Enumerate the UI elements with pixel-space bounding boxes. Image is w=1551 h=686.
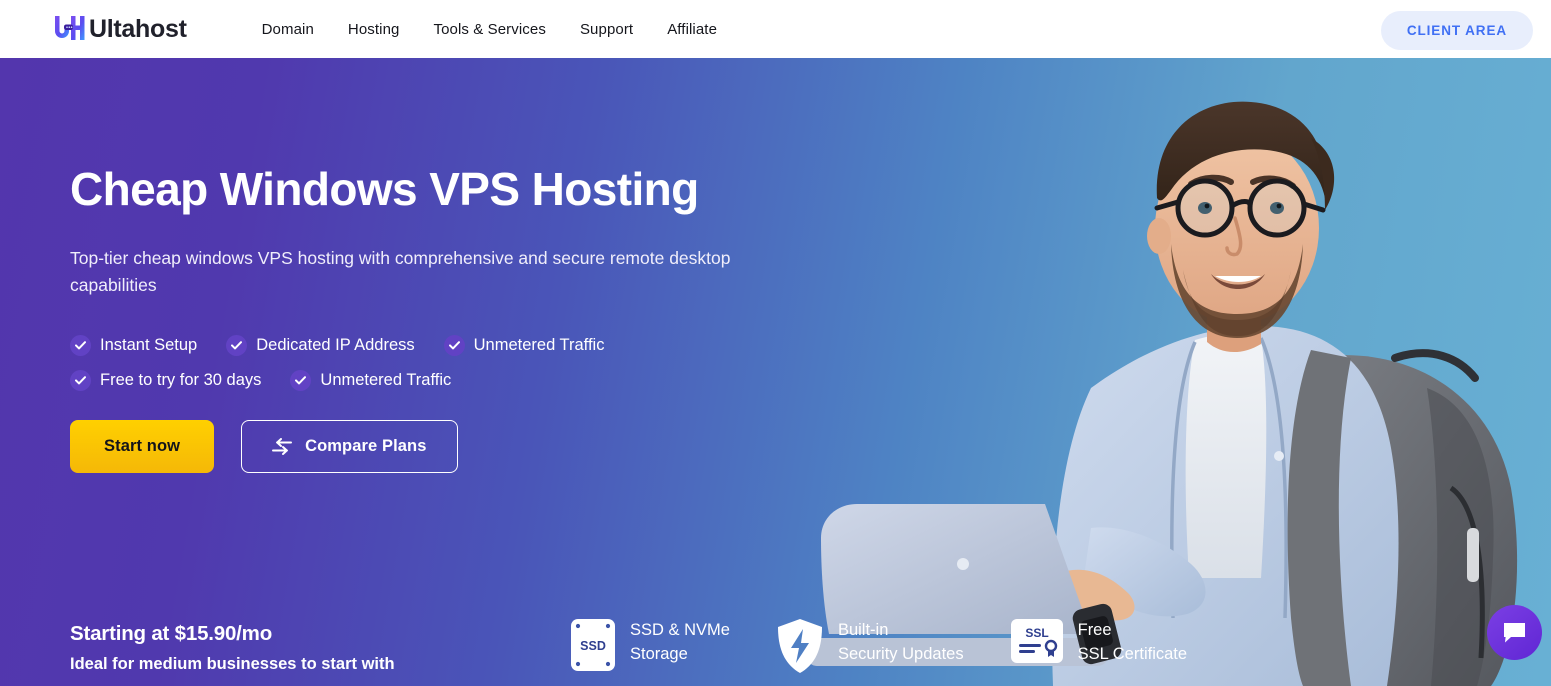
nav-item-domain[interactable]: Domain bbox=[245, 21, 331, 38]
check-icon bbox=[290, 369, 312, 391]
feature-row-1: Instant Setup Dedicated IP Address Unmet… bbox=[70, 334, 870, 356]
compare-plans-button[interactable]: Compare Plans bbox=[241, 419, 458, 473]
badge-builtin-security-updates: Built-in Security Updates bbox=[776, 618, 964, 674]
feature-label: Unmetered Traffic bbox=[473, 335, 605, 354]
feature-instant-setup: Instant Setup bbox=[70, 334, 198, 356]
shield-bolt-icon bbox=[776, 618, 824, 674]
nav-item-support[interactable]: Support bbox=[563, 21, 650, 38]
check-icon bbox=[443, 334, 465, 356]
feature-free-trial: Free to try for 30 days bbox=[70, 369, 262, 391]
ssd-drive-icon: SSD bbox=[570, 618, 616, 672]
chat-widget-button[interactable] bbox=[1487, 605, 1542, 660]
compare-plans-label: Compare Plans bbox=[305, 436, 427, 455]
hero-cta-row: Start now Compare Plans bbox=[70, 419, 870, 473]
ssl-certificate-icon: SSL bbox=[1010, 618, 1064, 664]
hero-photo-man-with-laptop bbox=[791, 58, 1551, 686]
chat-bubble-icon bbox=[1502, 621, 1527, 644]
client-area-button[interactable]: CLIENT AREA bbox=[1380, 11, 1533, 50]
logo-wordmark: Ultahost bbox=[89, 14, 187, 43]
svg-text:SSL: SSL bbox=[1025, 626, 1048, 640]
feature-badge-list: SSD SSD & NVMe Storage Built-in Security… bbox=[570, 618, 1187, 674]
ultahost-uh-monogram-icon bbox=[52, 14, 86, 44]
feature-unmetered-traffic-1: Unmetered Traffic bbox=[443, 334, 605, 356]
page-root: Ultahost Domain Hosting Tools & Services… bbox=[0, 0, 1551, 686]
compare-swap-arrows-icon bbox=[272, 437, 293, 455]
hero-section: Cheap Windows VPS Hosting Top-tier cheap… bbox=[0, 58, 1551, 686]
feature-row-2: Free to try for 30 days Unmetered Traffi… bbox=[70, 369, 870, 391]
page-title: Cheap Windows VPS Hosting bbox=[70, 163, 699, 215]
pricing-block: Starting at $15.90/mo Ideal for medium b… bbox=[70, 622, 395, 674]
main-navigation: Domain Hosting Tools & Services Support … bbox=[245, 21, 734, 38]
hero-bottom-strip: Starting at $15.90/mo Ideal for medium b… bbox=[0, 600, 1551, 686]
badge-free-ssl-certificate: SSL Free SSL Certificate bbox=[1010, 618, 1187, 667]
nav-item-hosting[interactable]: Hosting bbox=[331, 21, 417, 38]
badge-label: Built-in Security Updates bbox=[837, 621, 964, 664]
site-header: Ultahost Domain Hosting Tools & Services… bbox=[0, 0, 1551, 58]
check-icon bbox=[70, 334, 91, 356]
hero-copy: Cheap Windows VPS Hosting Top-tier cheap… bbox=[70, 166, 870, 473]
svg-text:SSD: SSD bbox=[580, 639, 606, 653]
feature-unmetered-traffic-2: Unmetered Traffic bbox=[290, 369, 452, 391]
feature-label: Instant Setup bbox=[100, 335, 198, 354]
nav-item-affiliate[interactable]: Affiliate bbox=[650, 21, 734, 38]
feature-label: Dedicated IP Address bbox=[256, 335, 415, 354]
start-now-button[interactable]: Start now bbox=[70, 419, 215, 473]
badge-ssd-nvme-storage: SSD SSD & NVMe Storage bbox=[570, 618, 730, 672]
check-icon bbox=[70, 369, 91, 391]
feature-label: Unmetered Traffic bbox=[320, 370, 452, 389]
site-logo[interactable]: Ultahost bbox=[52, 14, 187, 44]
badge-label: Free SSL Certificate bbox=[1077, 621, 1188, 664]
pricing-headline: Starting at $15.90/mo bbox=[70, 622, 273, 645]
feature-dedicated-ip-address: Dedicated IP Address bbox=[226, 334, 415, 356]
hero-subtitle: Top-tier cheap windows VPS hosting with … bbox=[70, 248, 731, 296]
check-icon bbox=[226, 334, 248, 356]
pricing-subline: Ideal for medium businesses to start wit… bbox=[70, 655, 395, 673]
feature-label: Free to try for 30 days bbox=[100, 370, 262, 389]
badge-label: SSD & NVMe Storage bbox=[630, 621, 730, 664]
hero-feature-list: Instant Setup Dedicated IP Address Unmet… bbox=[70, 334, 870, 391]
nav-item-tools-services[interactable]: Tools & Services bbox=[416, 21, 562, 38]
